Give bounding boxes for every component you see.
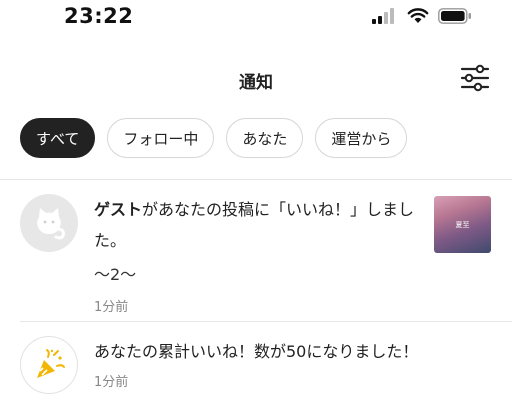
guest-cat-avatar-icon — [37, 208, 65, 240]
notification-body: ゲストがあなたの投稿に「いいね！」しました。 〜2〜 1分前 — [94, 194, 420, 315]
filter-tabs: すべて フォロー中 あなた 運営から — [20, 118, 408, 158]
tab-all[interactable]: すべて — [20, 118, 96, 158]
divider — [0, 179, 512, 180]
notification-time: 1分前 — [94, 300, 129, 315]
filter-settings-button[interactable] — [460, 64, 490, 92]
actor-name[interactable]: ゲスト — [94, 200, 142, 219]
wifi-icon — [407, 8, 429, 23]
notification-text: ゲストがあなたの投稿に「いいね！」しました。 — [94, 194, 420, 256]
post-title: 〜2〜 — [94, 265, 137, 284]
thumbnail-caption: 夏至 — [455, 221, 470, 229]
status-time: 23:22 — [64, 4, 134, 28]
tab-you[interactable]: あなた — [226, 118, 304, 158]
post-thumbnail[interactable]: 夏至 — [434, 196, 491, 253]
status-icons — [372, 8, 472, 24]
status-bar: 23:22 — [0, 0, 512, 40]
tab-following[interactable]: フォロー中 — [107, 118, 215, 158]
row-divider — [20, 321, 512, 322]
avatar — [20, 336, 78, 394]
sliders-icon — [460, 64, 490, 92]
battery-icon — [438, 8, 471, 24]
notification-time: 1分前 — [94, 375, 129, 390]
notification-message: があなたの投稿に「いいね！」しました。 — [94, 200, 415, 250]
header: 通知 — [0, 54, 512, 102]
notification-message: あなたの累計いいね！数が50になりました！ — [94, 342, 419, 361]
page-title: 通知 — [239, 73, 273, 93]
avatar[interactable] — [20, 194, 78, 252]
tab-from-operator[interactable]: 運営から — [315, 118, 408, 158]
cellular-signal-icon — [372, 8, 394, 24]
party-popper-icon — [37, 349, 65, 378]
notification-body: あなたの累計いいね！数が50になりました！ 1分前 — [94, 336, 494, 390]
